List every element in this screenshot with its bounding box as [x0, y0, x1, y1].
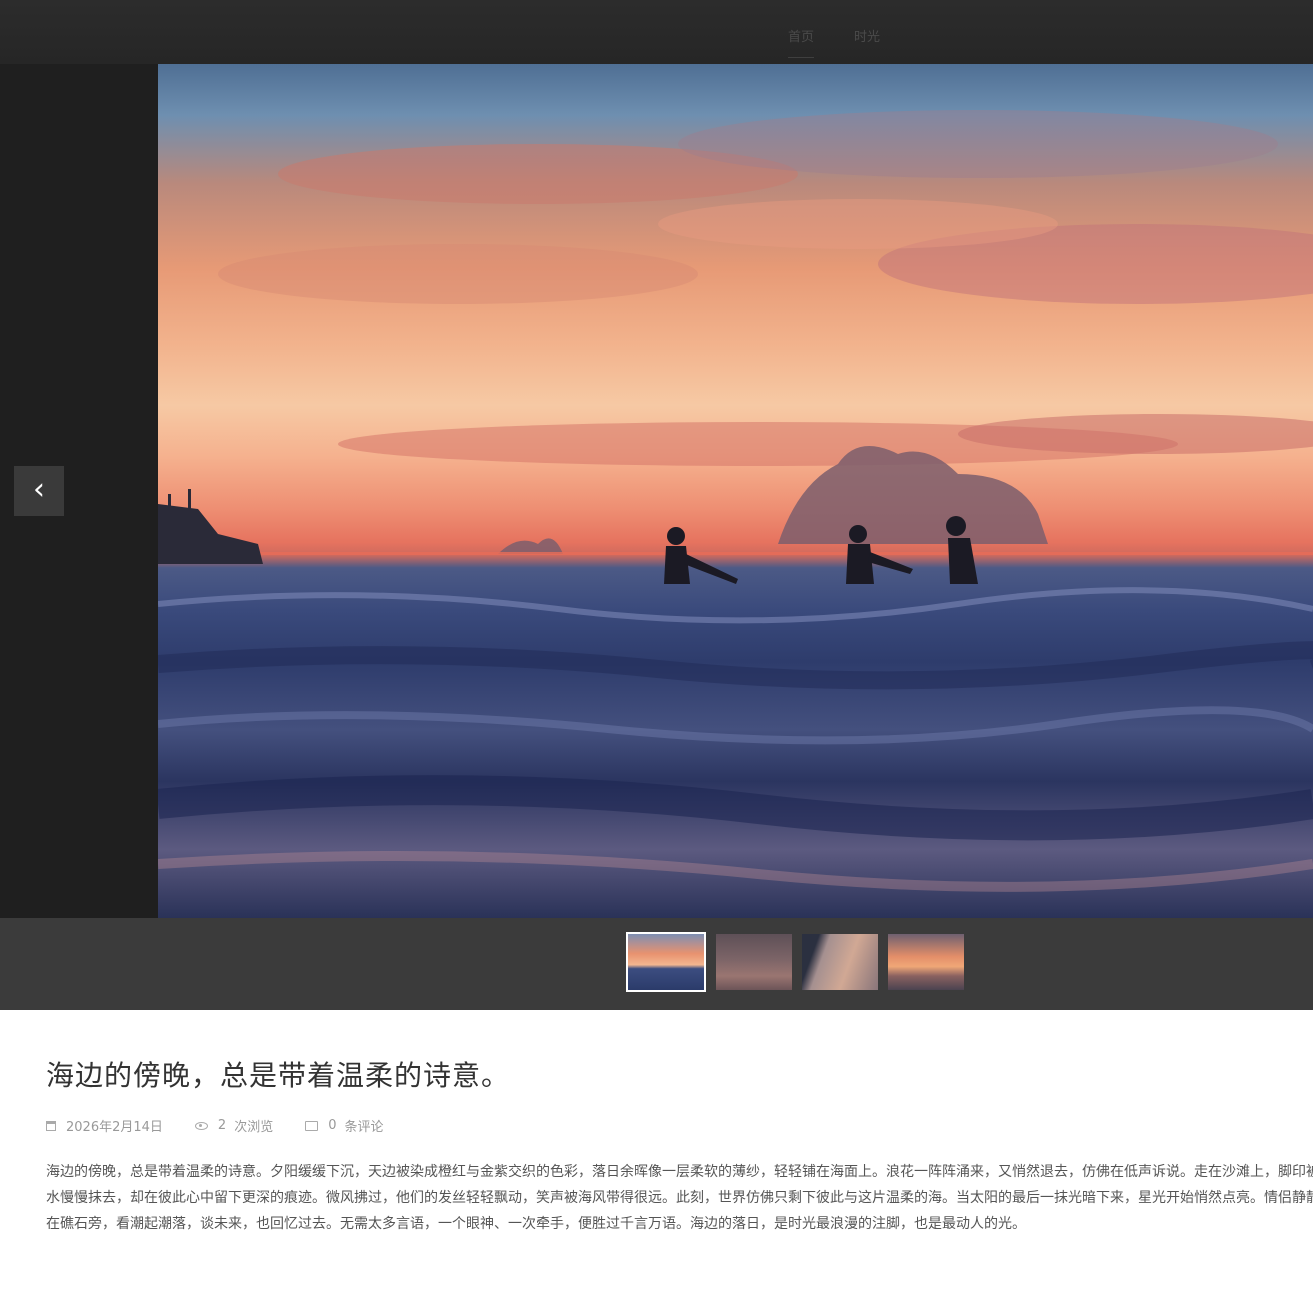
prev-photo-button[interactable]: ‹ — [14, 466, 64, 516]
views-count: 2 — [217, 1118, 227, 1133]
sunset-sea-photo — [158, 64, 1313, 918]
article-content: 海边的傍晚，总是带着温柔的诗意。 2026年2月14日 2 次浏览 0 条评论 … — [46, 1010, 1313, 1237]
sunset-boat-thumbnail[interactable] — [626, 932, 706, 992]
thumbnail-list — [626, 932, 964, 992]
sailboat-beach-thumbnail[interactable] — [802, 934, 878, 990]
nav-item-home[interactable]: 首页 — [788, 26, 815, 58]
views-label: 次浏览 — [234, 1120, 274, 1135]
meta-comments[interactable]: 0 条评论 — [305, 1116, 384, 1135]
nav-item-time[interactable]: 时光 — [854, 26, 880, 58]
meta-views: 2 次浏览 — [194, 1116, 274, 1135]
main-nav: 首页 时光 — [788, 26, 880, 58]
thumbnail-strip — [0, 918, 1313, 1010]
calendar-icon — [46, 1120, 56, 1131]
article-title: 海边的傍晚，总是带着温柔的诗意。 — [46, 1059, 511, 1092]
top-nav-bar: 首页 时光 — [0, 0, 1313, 64]
article-date: 2026年2月14日 — [66, 1120, 163, 1135]
sunset-couple-thumbnail[interactable] — [888, 934, 964, 990]
photo-scene — [158, 110, 1313, 892]
meta-date: 2026年2月14日 — [46, 1116, 163, 1135]
article-meta: 2026年2月14日 2 次浏览 0 条评论 — [46, 1116, 1313, 1135]
couple-dusk-thumbnail[interactable] — [716, 934, 792, 990]
article-body: 海边的傍晚，总是带着温柔的诗意。夕阳缓缓下沉，天边被染成橙红与金紫交织的色彩，落… — [46, 1164, 1313, 1232]
comments-label: 条评论 — [344, 1120, 384, 1135]
photo-viewer: ‹ — [0, 64, 1313, 918]
eye-icon — [194, 1121, 208, 1130]
comments-count: 0 — [328, 1118, 337, 1133]
comment-icon — [305, 1120, 319, 1131]
